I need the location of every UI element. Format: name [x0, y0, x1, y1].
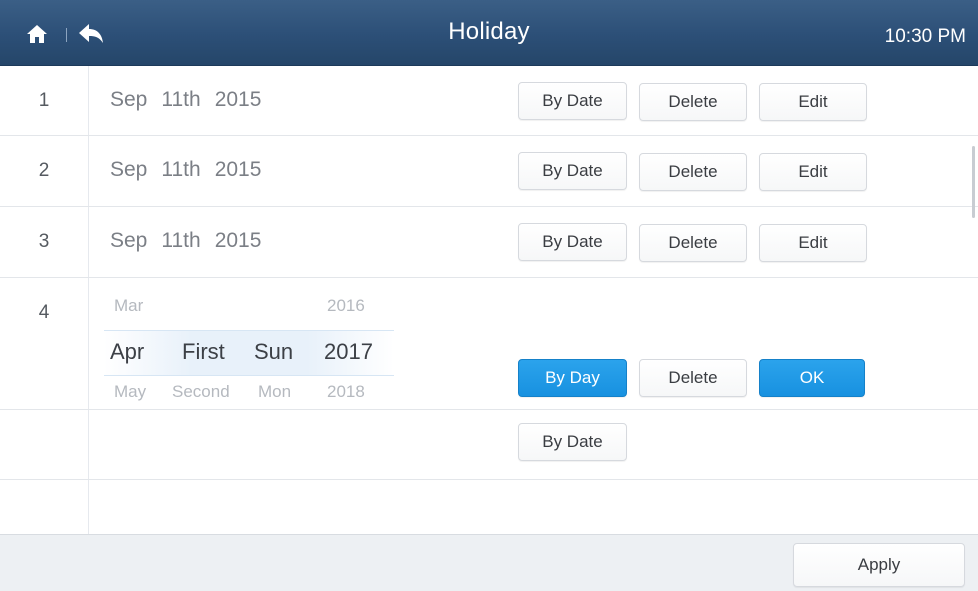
date-picker-wheel[interactable]: Mar 2016 Apr First Sun 2017 May Second M…	[104, 288, 394, 402]
picker-year-above[interactable]: 2016	[327, 296, 365, 316]
picker-week-below[interactable]: Second	[172, 382, 230, 402]
delete-button[interactable]: Delete	[639, 83, 747, 121]
date-year: 2015	[214, 158, 262, 181]
picker-month-selected[interactable]: Apr	[110, 339, 144, 365]
holiday-row: 1 Sep 11th 2015 By Date Delete Edit	[0, 66, 978, 136]
footer-bar: Apply	[0, 534, 978, 591]
date-day: 11th	[161, 88, 201, 111]
holiday-row: 3 Sep 11th 2015 By Date Delete Edit	[0, 207, 978, 278]
holiday-list: 1 Sep 11th 2015 By Date Delete Edit 2 Sep 1…	[0, 66, 978, 534]
holiday-row-editing: 4 Mar 2016 Apr First Sun 2017 May Second…	[0, 278, 978, 461]
by-date-button[interactable]: By Date	[518, 152, 627, 190]
picker-month-below[interactable]: May	[114, 382, 146, 402]
row-number: 2	[38, 160, 50, 181]
by-date-button[interactable]: By Date	[518, 82, 627, 120]
delete-button[interactable]: Delete	[639, 153, 747, 191]
holiday-date: Sep 11th 2015	[110, 88, 275, 112]
date-day: 11th	[161, 229, 201, 252]
scrollbar[interactable]	[972, 146, 975, 218]
ok-button[interactable]: OK	[759, 359, 865, 397]
edit-button[interactable]: Edit	[759, 153, 867, 191]
picker-weekday-selected[interactable]: Sun	[254, 339, 293, 365]
edit-button[interactable]: Edit	[759, 224, 867, 262]
holiday-date: Sep 11th 2015	[110, 229, 275, 253]
picker-week-selected[interactable]: First	[182, 339, 225, 365]
holiday-row: 2 Sep 11th 2015 By Date Delete Edit	[0, 136, 978, 207]
picker-year-selected[interactable]: 2017	[324, 339, 373, 365]
date-month: Sep	[110, 158, 148, 181]
empty-row	[0, 410, 978, 480]
empty-row	[0, 480, 978, 534]
by-day-button[interactable]: By Day	[518, 359, 627, 397]
clock-time: 10:30 PM	[884, 26, 966, 47]
row-number: 3	[38, 231, 50, 252]
picker-month-above[interactable]: Mar	[114, 296, 143, 316]
row-number: 1	[38, 90, 50, 111]
title-bar: Holiday 10:30 PM	[0, 0, 978, 66]
date-day: 11th	[161, 158, 201, 181]
edit-button[interactable]: Edit	[759, 83, 867, 121]
picker-weekday-below[interactable]: Mon	[258, 382, 291, 402]
holiday-date: Sep 11th 2015	[110, 158, 275, 182]
delete-button[interactable]: Delete	[639, 359, 747, 397]
apply-button[interactable]: Apply	[793, 543, 965, 587]
date-year: 2015	[214, 88, 262, 111]
date-month: Sep	[110, 88, 148, 111]
row-number: 4	[38, 302, 50, 323]
date-year: 2015	[214, 229, 262, 252]
by-date-button[interactable]: By Date	[518, 223, 627, 261]
delete-button[interactable]: Delete	[639, 224, 747, 262]
picker-year-below[interactable]: 2018	[327, 382, 365, 402]
page-title: Holiday	[448, 18, 530, 45]
date-month: Sep	[110, 229, 148, 252]
